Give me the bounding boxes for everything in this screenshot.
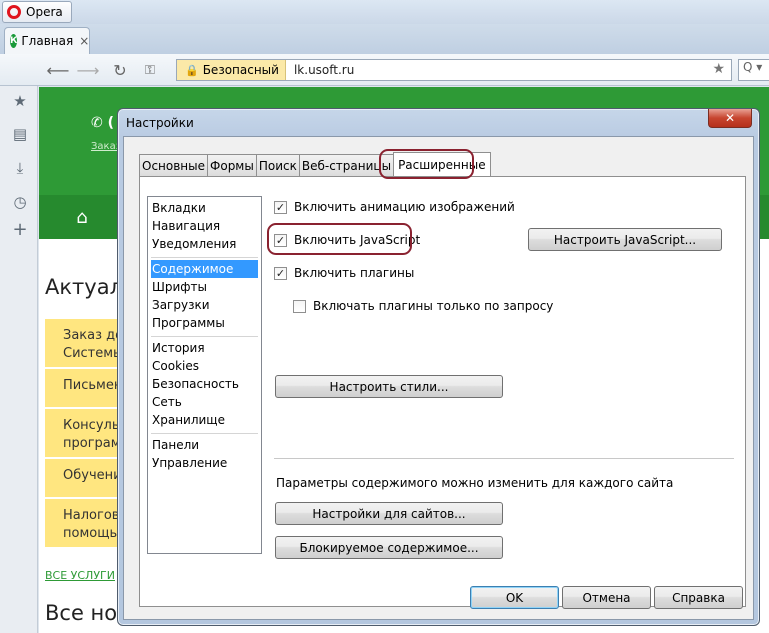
opera-menu-button[interactable]: Opera — [2, 1, 72, 23]
security-label: Безопасный — [202, 63, 279, 77]
cancel-button[interactable]: Отмена — [562, 586, 651, 609]
service-list: Заказ до Системы Письмен Консульт програм … — [45, 319, 125, 549]
security-badge[interactable]: 🔒 Безопасный — [177, 60, 286, 80]
list-item[interactable]: Налогова помощь — [45, 499, 125, 549]
plugins-option[interactable]: ✓ Включить плагины — [274, 266, 414, 280]
category-security[interactable]: Безопасность — [151, 375, 258, 393]
history-icon[interactable]: ◷ — [11, 193, 29, 211]
settings-dialog: Настройки ✕ Основные Формы Поиск Веб-стр… — [117, 108, 760, 626]
reload-icon[interactable]: ↻ — [110, 60, 130, 80]
navigation-bar: ⟵ ⟶ ↻ ⚿ 🔒 Безопасный lk.usoft.ru ★ Q ▾ — [0, 54, 769, 86]
category-programs[interactable]: Программы — [151, 314, 258, 332]
phone-icon: ✆ ( — [91, 115, 115, 131]
key-icon[interactable]: ⚿ — [140, 60, 160, 80]
tab-forms[interactable]: Формы — [207, 154, 257, 176]
category-tabs[interactable]: Вкладки — [151, 199, 258, 217]
plugins-on-demand-option[interactable]: Включать плагины только по запросу — [293, 299, 553, 313]
list-item[interactable]: Обучени — [45, 459, 125, 499]
category-notifications[interactable]: Уведомления — [151, 235, 258, 253]
help-button[interactable]: Справка — [654, 586, 743, 609]
blocked-content-button[interactable]: Блокируемое содержимое... — [275, 536, 503, 559]
list-item[interactable]: Письмен — [45, 369, 125, 409]
section-divider — [274, 458, 734, 459]
category-network[interactable]: Сеть — [151, 393, 258, 411]
list-item[interactable]: Заказ до Системы — [45, 319, 125, 369]
animate-images-checkbox[interactable]: ✓ — [274, 200, 287, 214]
advanced-tab-highlight — [379, 149, 474, 179]
url-text[interactable]: lk.usoft.ru — [294, 63, 354, 77]
home-icon: ⌂ — [76, 206, 88, 228]
category-toolbars[interactable]: Панели — [151, 436, 258, 454]
category-list[interactable]: Вкладки Навигация Уведомления Содержимое… — [147, 196, 262, 554]
menu-edge — [759, 195, 769, 239]
notes-icon[interactable]: ▤ — [11, 125, 29, 143]
plugins-checkbox[interactable]: ✓ — [274, 266, 287, 280]
category-navigation[interactable]: Навигация — [151, 217, 258, 235]
star-icon[interactable]: ★ — [11, 92, 29, 110]
list-item[interactable]: Консульт програм — [45, 409, 125, 459]
opera-title-bar: Opera — [0, 0, 769, 24]
category-group: Содержимое Шрифты Загрузки Программы — [151, 258, 258, 337]
configure-javascript-button[interactable]: Настроить JavaScript... — [528, 228, 722, 251]
plugins-on-demand-label: Включать плагины только по запросу — [313, 299, 554, 313]
category-history[interactable]: История — [151, 339, 258, 357]
tab-title: Главная — [21, 34, 74, 48]
dialog-title: Настройки — [126, 116, 194, 130]
forward-icon[interactable]: ⟶ — [77, 60, 100, 80]
dialog-body: Основные Формы Поиск Веб-страницы Расшир… — [123, 136, 754, 620]
bookmark-star-icon[interactable]: ★ — [712, 61, 725, 77]
address-bar[interactable]: 🔒 Безопасный lk.usoft.ru ★ — [176, 59, 732, 81]
category-cookies[interactable]: Cookies — [151, 357, 258, 375]
download-icon[interactable]: ⤓ — [11, 159, 29, 177]
opera-logo-icon — [7, 5, 21, 19]
tab-search[interactable]: Поиск — [255, 154, 300, 176]
advanced-panel: Вкладки Навигация Уведомления Содержимое… — [139, 176, 746, 607]
tab-general[interactable]: Основные — [139, 154, 209, 176]
dialog-close-button[interactable]: ✕ — [708, 109, 752, 128]
category-group: Вкладки Навигация Уведомления — [151, 197, 258, 258]
tab-strip: К Главная × — [0, 24, 769, 54]
tab-close-icon[interactable]: × — [79, 34, 89, 48]
tab-home[interactable]: К Главная × — [4, 27, 90, 54]
add-icon[interactable]: + — [11, 219, 29, 240]
category-group: Панели Управление — [151, 434, 258, 476]
plugins-label: Включить плагины — [294, 266, 415, 280]
category-downloads[interactable]: Загрузки — [151, 296, 258, 314]
site-favicon-icon: К — [10, 34, 18, 48]
javascript-highlight — [267, 223, 412, 255]
page-heading: Актуал — [45, 275, 124, 299]
animate-images-option[interactable]: ✓ Включить анимацию изображений — [274, 200, 515, 214]
site-settings-button[interactable]: Настройки для сайтов... — [275, 502, 503, 525]
home-button[interactable]: ⌂ — [39, 195, 125, 239]
all-services-link[interactable]: ВСЕ УСЛУГИ — [45, 569, 115, 582]
category-storage[interactable]: Хранилище — [151, 411, 258, 429]
animate-images-label: Включить анимацию изображений — [294, 200, 515, 214]
category-group: История Cookies Безопасность Сеть Хранил… — [151, 337, 258, 434]
plugins-on-demand-checkbox[interactable] — [293, 299, 306, 313]
lock-icon: 🔒 — [185, 63, 199, 77]
category-fonts[interactable]: Шрифты — [151, 278, 258, 296]
category-shortcuts[interactable]: Управление — [151, 454, 258, 472]
category-content[interactable]: Содержимое — [151, 260, 258, 278]
configure-styles-button[interactable]: Настроить стили... — [275, 375, 503, 398]
search-field[interactable]: Q ▾ — [738, 59, 769, 81]
ok-button[interactable]: OK — [470, 586, 559, 609]
side-panel: ★ ▤ ⤓ ◷ + — [0, 86, 38, 633]
site-settings-hint: Параметры содержимого можно изменить для… — [276, 476, 674, 490]
opera-menu-label: Opera — [26, 5, 63, 19]
back-icon[interactable]: ⟵ — [47, 60, 70, 80]
